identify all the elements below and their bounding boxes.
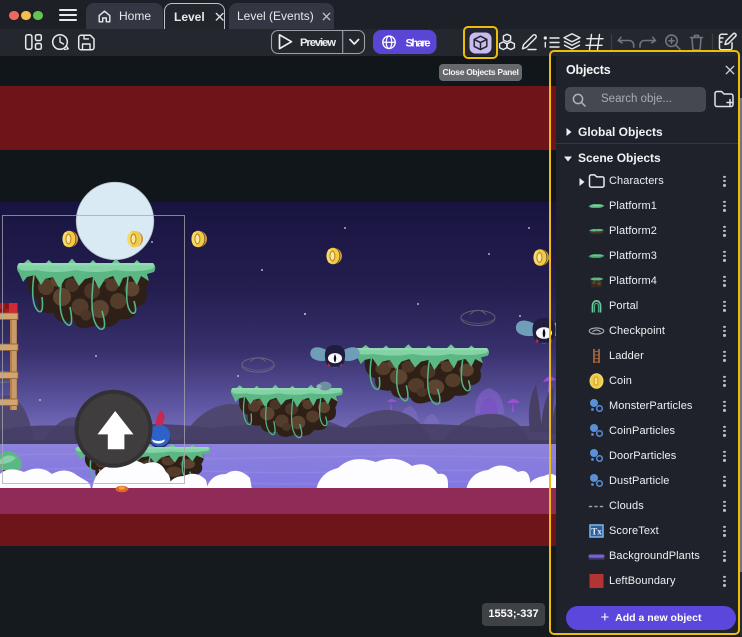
- svg-text:Tx: Tx: [591, 527, 602, 537]
- svg-text:Preview: Preview: [300, 37, 336, 49]
- svg-text:Share: Share: [406, 37, 431, 49]
